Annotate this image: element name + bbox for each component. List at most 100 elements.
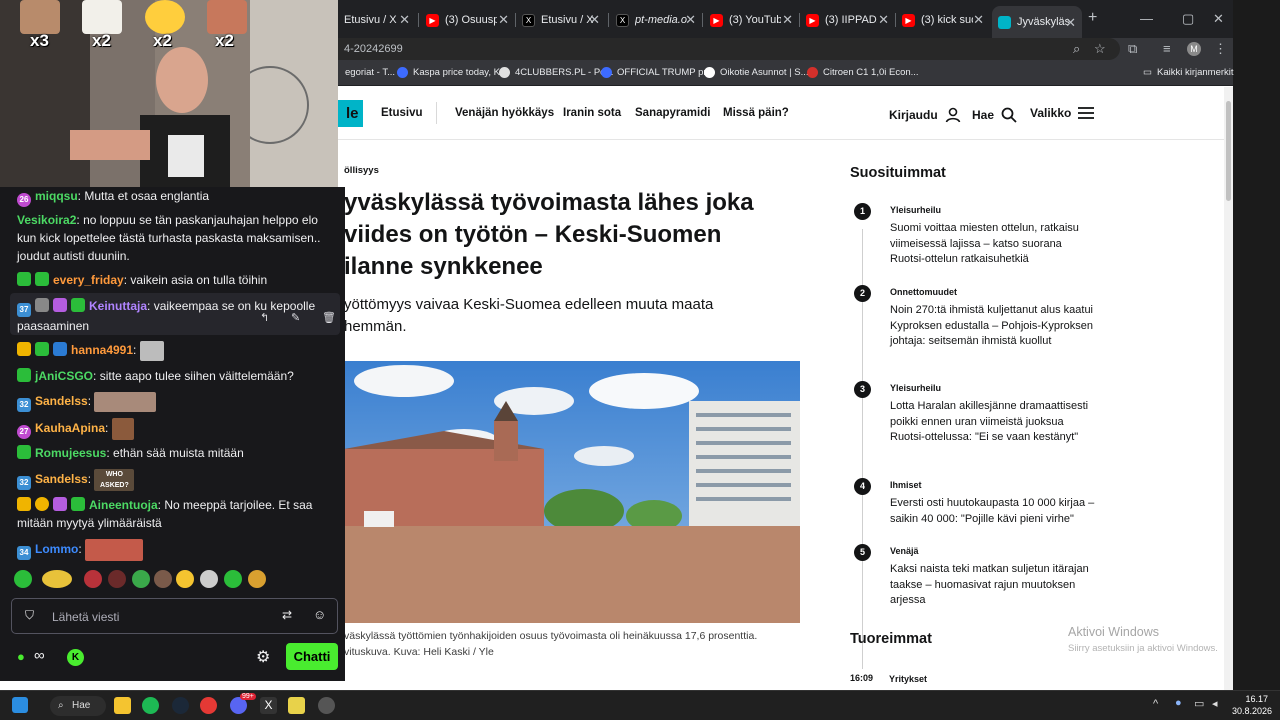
chat-username[interactable]: Romujeesus xyxy=(35,446,106,460)
close-icon[interactable]: ✕ xyxy=(973,12,984,28)
chat-username[interactable]: hanna4991 xyxy=(71,343,133,357)
taskbar-clock[interactable]: 16.17 30.8.2026 xyxy=(1232,693,1272,717)
emote-icon[interactable] xyxy=(42,570,72,588)
bookmark-6[interactable]: Citroen C1 1,0i Econ... xyxy=(807,67,919,78)
tab-active-yle[interactable]: Jyväskylässä t ✕ xyxy=(992,6,1082,38)
chat-username[interactable]: Aineentuoja xyxy=(89,498,158,512)
minimize-icon[interactable]: — xyxy=(1140,11,1153,26)
page-scrollbar[interactable] xyxy=(1224,87,1233,690)
emote-icon[interactable] xyxy=(108,570,126,588)
chat-message[interactable]: 27 KauhaApina: xyxy=(17,418,335,440)
tray-expand-icon[interactable]: ^ xyxy=(1153,698,1158,710)
search-button[interactable]: Hae xyxy=(972,106,1018,124)
chat-message[interactable]: 32 Sandelss: xyxy=(17,392,335,413)
bookmark-4[interactable]: OFFICIAL TRUMP pr... xyxy=(601,67,714,78)
chat-send-button[interactable]: Chatti xyxy=(286,643,338,670)
chat-username[interactable]: jAniCSGO xyxy=(35,369,93,383)
chat-message[interactable]: 37 Keinuttaja: vaikeempaa se on ku kepool… xyxy=(17,297,335,335)
zoom-icon[interactable]: ⌕ xyxy=(1073,41,1080,57)
chat-username[interactable]: Sandelss xyxy=(35,394,88,408)
points-icon[interactable]: ● xyxy=(17,649,25,664)
emote-icon[interactable] xyxy=(154,570,172,588)
chat-input[interactable]: ⛉ Lähetä viesti ⇄ ☺ xyxy=(11,598,338,634)
pin-icon[interactable]: ✎ xyxy=(291,311,300,324)
chat-username[interactable]: Lommo xyxy=(35,542,78,556)
popular-title[interactable]: Lotta Haralan akillesjänne dramaattisest… xyxy=(890,399,1095,446)
scroll-thumb[interactable] xyxy=(1226,101,1231,201)
chrome-icon[interactable] xyxy=(200,697,217,714)
tab-2[interactable]: ▶ (3) Osuuspankki ✕ xyxy=(420,9,515,31)
emote-icon[interactable] xyxy=(14,570,32,588)
emote-icon[interactable] xyxy=(84,570,102,588)
kick-logo-icon[interactable]: K xyxy=(67,649,84,666)
popular-item[interactable]: 4 Ihmiset Eversti osti huutokaupasta 10 … xyxy=(850,478,1100,528)
emote-icon[interactable] xyxy=(224,570,242,588)
popular-item[interactable]: 3 Yleisurheilu Lotta Haralan akillesjänn… xyxy=(850,381,1100,461)
chat-message[interactable]: every_friday: vaikein asia on tulla töih… xyxy=(17,271,335,289)
chat-message[interactable]: 26 miqqsu: Mutta et osaa englantia xyxy=(17,187,335,207)
popular-item[interactable]: 2 Onnettomuudet Noin 270:tä ihmistä kulj… xyxy=(850,285,1100,365)
steam-icon[interactable] xyxy=(172,697,189,714)
more-menu-icon[interactable]: ⋮ xyxy=(1214,41,1227,57)
tab-6[interactable]: ▶ (3) IIPPADAA ✕ xyxy=(800,9,895,31)
close-icon[interactable]: ✕ xyxy=(1065,15,1076,31)
microphone-icon[interactable]: ● xyxy=(1175,697,1182,709)
network-icon[interactable]: ▭ xyxy=(1194,697,1204,710)
chat-username[interactable]: Vesikoira2 xyxy=(17,213,76,227)
windows-start-icon[interactable] xyxy=(12,697,28,713)
popular-item[interactable]: 1 Yleisurheilu Suomi voittaa miesten ott… xyxy=(850,203,1100,273)
chat-message[interactable]: Romujeesus: ethän sää muista mitään xyxy=(17,444,335,462)
emote-icon[interactable] xyxy=(248,570,266,588)
popular-title[interactable]: Kaksi naista teki matkan suljetun itäraj… xyxy=(890,562,1095,609)
chat-username[interactable]: Sandelss xyxy=(35,472,88,486)
close-icon[interactable]: ✕ xyxy=(782,12,793,28)
chat-username[interactable]: KauhaApina xyxy=(35,421,105,435)
close-icon[interactable]: ✕ xyxy=(399,12,410,28)
shield-icon[interactable]: ⛉ xyxy=(25,608,34,623)
chat-username[interactable]: miqqsu xyxy=(35,189,78,203)
tab-7[interactable]: ▶ (3) kick suom ✕ xyxy=(896,9,990,31)
emote-icon[interactable] xyxy=(176,570,194,588)
taskbar-search[interactable]: ⌕ Hae xyxy=(50,696,106,716)
chat-message[interactable]: hanna4991: xyxy=(17,341,335,361)
bookmark-1[interactable]: egoriat - T... xyxy=(345,67,395,78)
tab-3[interactable]: X Etusivu / X ✕ xyxy=(516,9,606,31)
menu-button[interactable]: Valikko xyxy=(1030,106,1095,120)
nav-sanapyramidi[interactable]: Sanapyramidi xyxy=(635,107,710,119)
login-button[interactable]: Kirjaudu xyxy=(889,106,962,124)
bookmark-3[interactable]: 4CLUBBERS.PL - Po... xyxy=(499,67,613,78)
chat-username[interactable]: every_friday xyxy=(53,273,124,287)
delete-icon[interactable]: 🗑 xyxy=(322,311,336,324)
maximize-icon[interactable]: ▢ xyxy=(1182,11,1194,27)
emote-icon[interactable] xyxy=(200,570,218,588)
close-icon[interactable]: ✕ xyxy=(498,12,509,28)
emoji-icon[interactable]: ☺ xyxy=(313,607,326,622)
obs-icon[interactable] xyxy=(318,697,335,714)
popular-title[interactable]: Noin 270:tä ihmistä kuljettanut alus kaa… xyxy=(890,303,1095,350)
bookmark-5[interactable]: Oikotie Asunnot | S... xyxy=(704,67,809,78)
reply-icon[interactable]: ↰ xyxy=(260,311,269,324)
tab-1[interactable]: Etusivu / X ✕ xyxy=(338,9,416,31)
popular-title[interactable]: Eversti osti huutokaupasta 10 000 kirjaa… xyxy=(890,496,1095,527)
x-app-icon[interactable]: X xyxy=(260,697,277,714)
volume-icon[interactable]: ◂ xyxy=(1212,697,1218,710)
close-icon[interactable]: ✕ xyxy=(878,12,889,28)
tab-4[interactable]: X pt-media.org ✕ xyxy=(610,9,702,31)
emote-icon[interactable] xyxy=(132,570,150,588)
address-bar[interactable]: 4-20242699 xyxy=(300,38,1120,60)
settings-gear-icon[interactable]: ⚙ xyxy=(256,647,270,667)
bookmark-2[interactable]: Kaspa price today, K... xyxy=(397,67,508,78)
media-control-icon[interactable]: ≡ xyxy=(1163,41,1171,56)
latest-category[interactable]: Yritykset xyxy=(889,674,927,684)
chat-message[interactable]: Vesikoira2: no loppuu se tän paskanjauha… xyxy=(17,211,335,265)
app-icon[interactable] xyxy=(288,697,305,714)
close-icon[interactable]: ✕ xyxy=(685,12,696,28)
all-bookmarks[interactable]: ▭ Kaikki kirjanmerkit xyxy=(1143,67,1234,78)
chat-message[interactable]: 32 Sandelss: WHO ASKED? xyxy=(17,469,335,491)
nav-etusivu[interactable]: Etusivu xyxy=(381,107,423,119)
nav-iranin-sota[interactable]: Iranin sota xyxy=(563,107,621,119)
translate-icon[interactable]: ⇄ xyxy=(282,608,292,622)
nav-venajan-hyokkays[interactable]: Venäjän hyökkäys xyxy=(455,107,554,119)
chat-message[interactable]: 34 Lommo: xyxy=(17,539,335,561)
chat-message[interactable]: jAniCSGO: sitte aapo tulee siihen väitte… xyxy=(17,367,335,385)
